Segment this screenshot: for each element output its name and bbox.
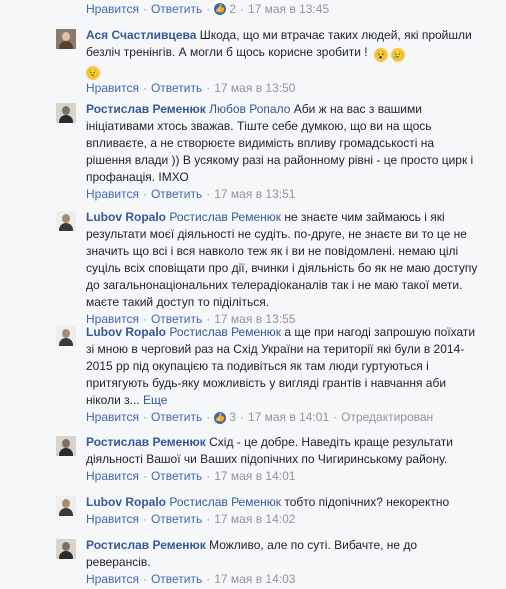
comment-actions: Нравится · Ответить · 17 мая в 14:02 — [86, 511, 482, 528]
reply-link[interactable]: Ответить — [151, 409, 202, 426]
comment-body: Lubov Ropalo Ростислав Ременюк тобто під… — [86, 494, 482, 511]
author-name[interactable]: Ростислав Ременюк — [86, 538, 206, 552]
comment-actions: Нравится · Ответить · 17 мая в 14:03 — [86, 571, 482, 588]
avatar[interactable] — [56, 29, 76, 49]
comment-actions: Нравится · Ответить · 👍 3 · 17 мая в 14:… — [86, 409, 482, 426]
separator: · — [206, 81, 211, 95]
worried-face-emoji-icon: 😟 — [86, 66, 100, 80]
like-link[interactable]: Нравится — [86, 571, 139, 588]
separator: · — [206, 469, 211, 483]
separator: · — [142, 81, 147, 95]
comment-actions: Нравится · Ответить · 17 мая в 13:51 — [86, 186, 482, 203]
separator: · — [206, 572, 211, 586]
separator: · — [142, 2, 147, 16]
timestamp[interactable]: 17 мая в 13:45 — [248, 2, 329, 16]
top-comment-actions: Нравится · Ответить · 👍 2 · 17 мая в 13:… — [86, 0, 329, 18]
author-name[interactable]: Lubov Ropalo — [86, 210, 166, 224]
reply-link[interactable]: Ответить — [151, 511, 202, 528]
like-link[interactable]: Нравится — [86, 80, 139, 97]
separator: · — [142, 512, 147, 526]
avatar[interactable] — [56, 211, 76, 231]
timestamp[interactable]: 17 мая в 14:02 — [214, 511, 295, 528]
avatar[interactable] — [56, 436, 76, 456]
separator: · — [142, 469, 147, 483]
separator: · — [333, 410, 338, 424]
edited-label[interactable]: Отредактирован — [341, 409, 433, 426]
author-name[interactable]: Ася Счастливцева — [86, 28, 196, 42]
comment-body: Ростислав Ременюк Схід - це добре. Навед… — [86, 434, 482, 468]
comment-text: тобто підопічних? некоректно — [284, 495, 450, 509]
avatar[interactable] — [56, 326, 76, 346]
mention-link[interactable]: Ростислав Ременюк — [169, 210, 281, 224]
separator: · — [206, 512, 211, 526]
see-more-link[interactable]: Еще — [143, 393, 167, 407]
separator: · — [142, 572, 147, 586]
reply-link[interactable]: Ответить — [151, 2, 202, 16]
separator: · — [142, 187, 147, 201]
like-count[interactable]: 2 — [229, 2, 236, 16]
comment-text: не знаєте чим займаюсь і які результати … — [86, 210, 478, 309]
separator: · — [206, 187, 211, 201]
like-link[interactable]: Нравится — [86, 468, 139, 485]
like-count[interactable]: 3 — [229, 409, 236, 426]
dizzy-face-emoji-icon: 😵 — [373, 48, 388, 62]
comment-body: Ася Счастливцева Шкода, що ми втрачає та… — [86, 27, 482, 80]
comment-actions: Нравится · Ответить · 17 мая в 13:50 — [86, 80, 482, 97]
comment-body: Lubov Ropalo Ростислав Ременюк а ще при … — [86, 324, 482, 409]
timestamp[interactable]: 17 мая в 14:01 — [214, 468, 295, 485]
separator: · — [142, 410, 147, 424]
author-name[interactable]: Ростислав Ременюк — [86, 435, 206, 449]
timestamp[interactable]: 17 мая в 14:03 — [214, 571, 295, 588]
timestamp[interactable]: 17 мая в 13:50 — [214, 80, 295, 97]
comment-body: Ростислав Ременюк Любов Ропало Аби ж на … — [86, 101, 482, 186]
like-link[interactable]: Нравится — [86, 186, 139, 203]
author-name[interactable]: Ростислав Ременюк — [86, 102, 206, 116]
separator: · — [239, 410, 244, 424]
mention-link[interactable]: Ростислав Ременюк — [169, 325, 281, 339]
timestamp[interactable]: 17 мая в 13:51 — [214, 186, 295, 203]
mention-link[interactable]: Любов Ропало — [209, 102, 290, 116]
comment-body: Lubov Ropalo Ростислав Ременюк не знаєте… — [86, 209, 482, 311]
reply-link[interactable]: Ответить — [151, 80, 202, 97]
crying-face-emoji-icon: 😢 — [390, 48, 405, 62]
timestamp[interactable]: 17 мая в 14:01 — [248, 409, 329, 426]
like-icon: 👍 — [214, 3, 227, 15]
like-link[interactable]: Нравится — [86, 2, 139, 16]
like-icon: 👍 — [214, 411, 227, 424]
avatar[interactable] — [56, 103, 76, 123]
comment-body: Ростислав Ременюк Можливо, але по суті. … — [86, 537, 482, 571]
separator: · — [206, 410, 211, 424]
separator: · — [239, 2, 244, 16]
separator: · — [206, 2, 211, 16]
author-name[interactable]: Lubov Ropalo — [86, 325, 166, 339]
avatar[interactable] — [56, 496, 76, 516]
avatar[interactable] — [56, 539, 76, 559]
reply-link[interactable]: Ответить — [151, 186, 202, 203]
mention-link[interactable]: Ростислав Ременюк — [169, 495, 281, 509]
author-name[interactable]: Lubov Ropalo — [86, 495, 166, 509]
like-link[interactable]: Нравится — [86, 511, 139, 528]
like-link[interactable]: Нравится — [86, 409, 139, 426]
reply-link[interactable]: Ответить — [151, 468, 202, 485]
reply-link[interactable]: Ответить — [151, 571, 202, 588]
comment-actions: Нравится · Ответить · 17 мая в 14:01 — [86, 468, 482, 485]
